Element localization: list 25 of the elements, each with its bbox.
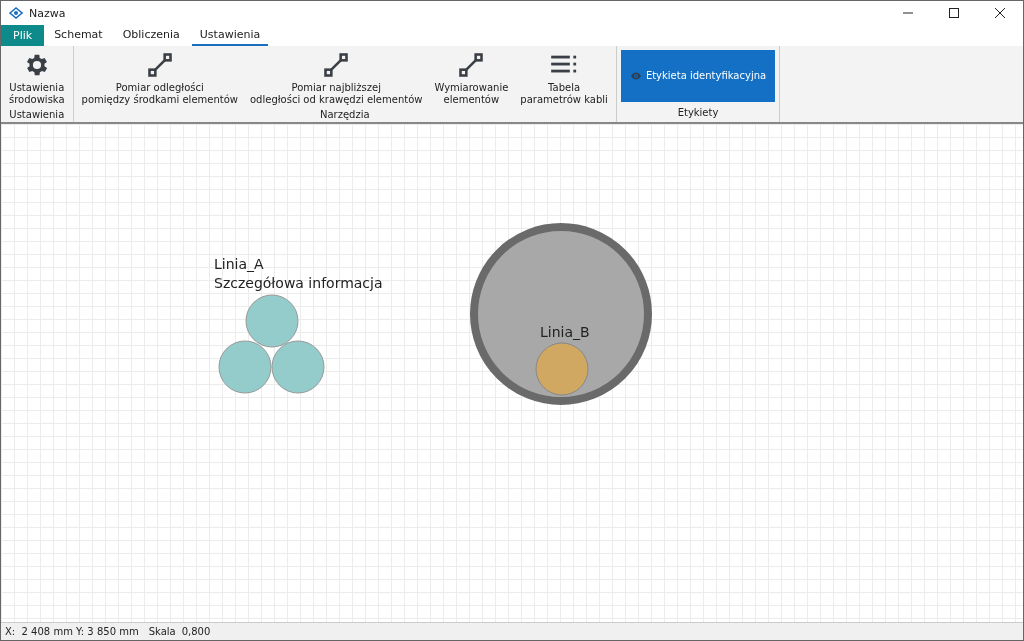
- ribbon-button[interactable]: Pomiar odległości pomiędzy środkami elementów: [77, 49, 242, 108]
- group-label: Etykiety: [676, 106, 720, 120]
- scale-label: Skala: [148, 626, 176, 637]
- ribbon-button[interactable]: Wymiarowanie elementów: [430, 49, 513, 108]
- app-logo-icon: [9, 7, 23, 19]
- ribbon-button[interactable]: Tabela parametrów kabli: [516, 49, 612, 108]
- window-title: Nazwa: [29, 6, 67, 20]
- cable-label: Linia_B: [540, 323, 590, 342]
- ribbon-tab[interactable]: Obliczenia: [114, 25, 188, 46]
- line-segment-icon: [145, 51, 174, 79]
- group-label: Ustawienia: [8, 108, 66, 122]
- scale-value: 0,800: [181, 626, 211, 637]
- cable-label: Linia_A: [214, 255, 264, 274]
- ribbon-button[interactable]: Pomiar najbliższej odległości od krawędzi elementów: [246, 49, 427, 108]
- drawing-canvas[interactable]: Linia_A Szczegółowa informacja Linia_B: [1, 124, 1023, 622]
- ribbon-tab[interactable]: Schemat: [46, 25, 111, 46]
- group-label: Narzędzia: [318, 108, 371, 122]
- label-toggle-button[interactable]: Etykieta identyfikacyjna: [620, 50, 776, 102]
- line-segment-icon: [457, 51, 486, 79]
- cursor-position: X: 2 408 mm Y: 3 850 mm: [5, 626, 139, 637]
- cable-detail: Szczegółowa informacja: [214, 274, 383, 293]
- line-segment-icon: [322, 51, 351, 79]
- ribbon-button[interactable]: Ustawienia środowiska: [5, 49, 69, 108]
- eye-icon: [629, 70, 642, 82]
- file-tab[interactable]: Plik: [1, 25, 45, 46]
